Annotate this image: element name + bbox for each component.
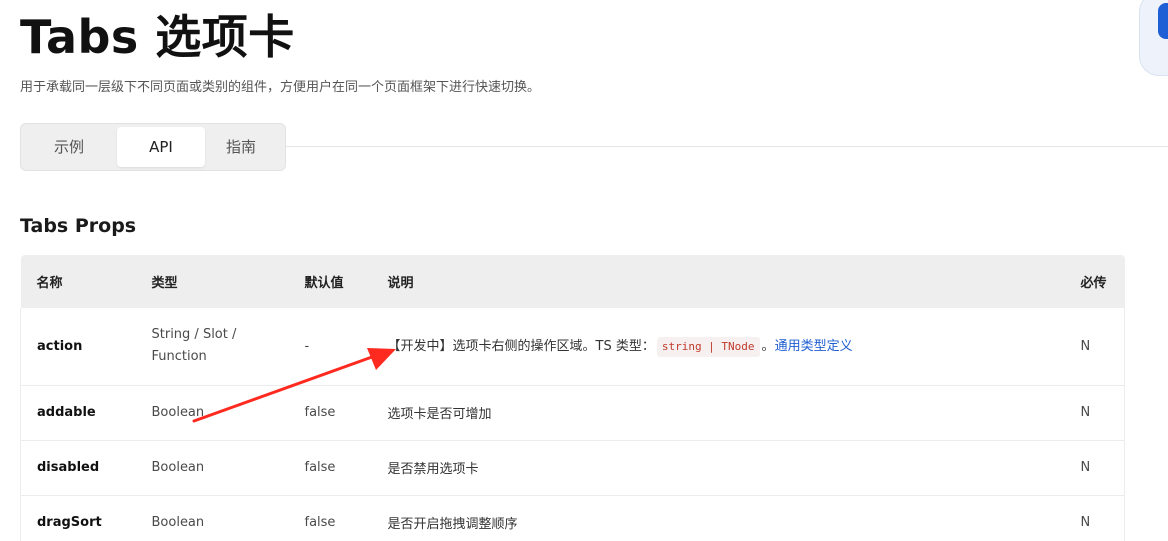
page-title: Tabs 选项卡	[20, 10, 295, 64]
page: Tabs 选项卡 用于承载同一层级下不同页面或类别的组件，方便用户在同一个页面框…	[0, 0, 1168, 541]
description-suffix: 。	[761, 339, 775, 355]
prop-default: false	[288, 495, 372, 541]
prop-description: 是否开启拖拽调整顺序	[371, 495, 1065, 541]
floating-assistant-widget[interactable]	[1139, 0, 1168, 76]
prop-name: addable	[20, 385, 136, 441]
prop-name: disabled	[20, 440, 136, 496]
prop-default: false	[288, 385, 372, 441]
prop-description: 是否禁用选项卡	[371, 440, 1065, 496]
tab-examples[interactable]: 示例	[25, 127, 113, 167]
column-header-description: 说明	[387, 276, 414, 291]
prop-default: false	[288, 440, 372, 496]
prop-description: 选项卡是否可增加	[371, 385, 1065, 441]
prop-description: 【开发中】选项卡右侧的操作区域。TS 类型： string | TNode 。通用类…	[371, 308, 1065, 386]
prop-type: Boolean	[135, 385, 289, 441]
type-definition-link[interactable]: 通用类型定义	[775, 339, 853, 354]
prop-name: action	[20, 308, 136, 386]
table-row: dragSort Boolean false 是否开启拖拽调整顺序 N	[20, 495, 1125, 541]
ts-type-code: string | TNode	[656, 337, 760, 358]
prop-type: Boolean	[135, 440, 289, 496]
prop-type: String / Slot / Function	[135, 308, 289, 386]
prop-required: N	[1064, 440, 1125, 496]
tab-guide[interactable]: 指南	[197, 127, 285, 167]
column-header-type: 类型	[151, 276, 178, 291]
table-row: disabled Boolean false 是否禁用选项卡 N	[20, 440, 1125, 496]
assistant-icon	[1158, 3, 1168, 39]
doc-tabs: 示例 API 指南	[20, 123, 286, 171]
column-header-default: 默认值	[304, 276, 344, 291]
description-text: 【开发中】选项卡右侧的操作区域。TS 类型：	[387, 339, 655, 355]
section-title: Tabs Props	[20, 215, 137, 237]
prop-name: dragSort	[20, 495, 136, 541]
column-header-required: 必传	[1080, 276, 1107, 291]
table-header-row: 名称 类型 默认值 说明 必传	[20, 255, 1125, 308]
prop-required: N	[1064, 308, 1125, 386]
page-description: 用于承载同一层级下不同页面或类别的组件，方便用户在同一个页面框架下进行快速切换。	[20, 80, 541, 95]
table-row: action String / Slot / Function - 【开发中】选…	[20, 308, 1125, 386]
prop-required: N	[1064, 385, 1125, 441]
props-table: 名称 类型 默认值 说明 必传 action String / Slot / F…	[20, 255, 1125, 541]
prop-default: -	[288, 308, 372, 386]
tab-api[interactable]: API	[117, 127, 205, 167]
column-header-name: 名称	[36, 276, 63, 291]
table-row: addable Boolean false 选项卡是否可增加 N	[20, 385, 1125, 441]
prop-required: N	[1064, 495, 1125, 541]
prop-type: Boolean	[135, 495, 289, 541]
